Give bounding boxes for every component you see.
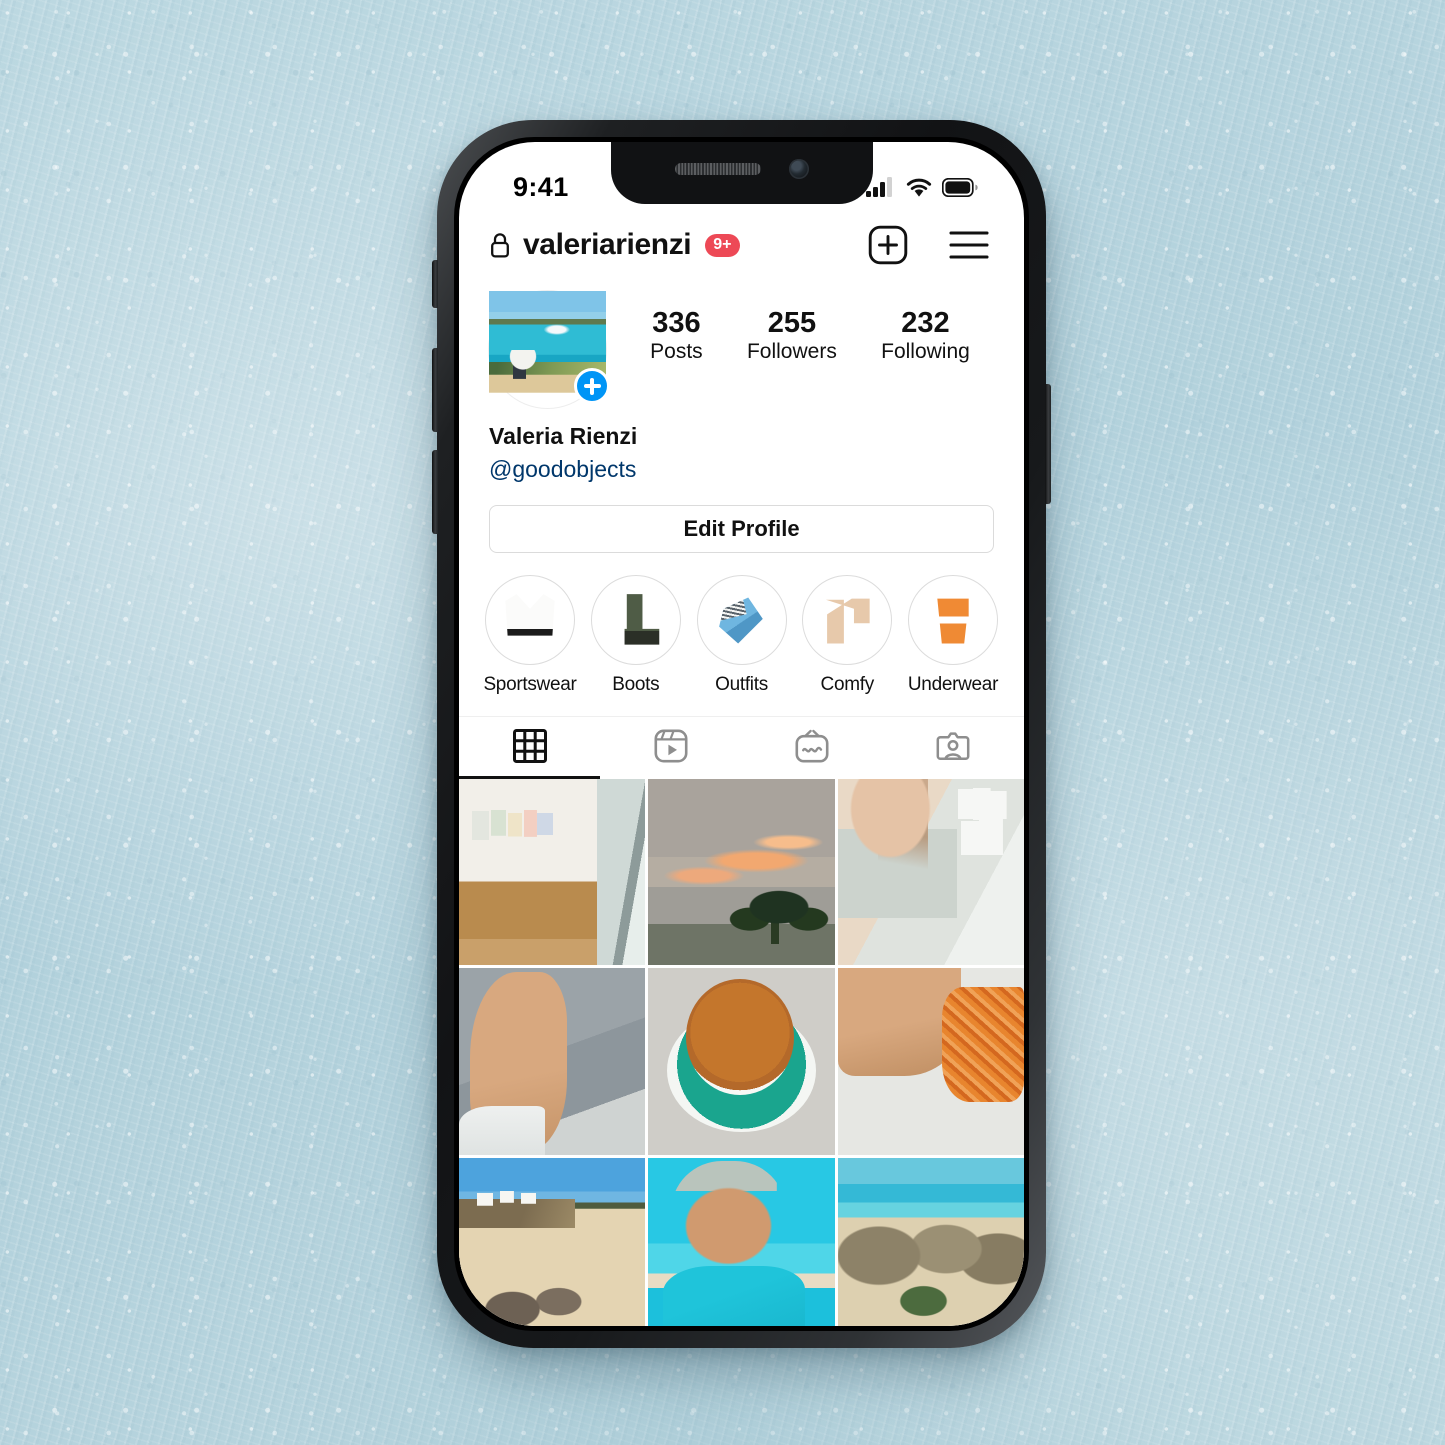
stat-posts-value: 336 (652, 307, 701, 339)
phone-screen: 9:41 valeriarienzi 9+ 336 Posts 255 Foll… (459, 142, 1024, 1326)
profile-summary: 336 Posts 255 Followers 232 Following (459, 277, 1024, 408)
grid-post[interactable] (648, 1157, 835, 1326)
profile-bio: Valeria Rienzi @goodobjects (459, 408, 1024, 485)
reels-icon (654, 729, 688, 763)
stat-following-label: Following (881, 340, 970, 364)
stat-followers[interactable]: 255 Followers (747, 307, 837, 366)
grid-post[interactable] (459, 778, 646, 966)
highlight-sportswear[interactable]: Sportswear (481, 574, 579, 696)
profile-handle[interactable]: @goodobjects (489, 454, 994, 485)
highlight-label: Sportswear (483, 673, 577, 695)
notification-badge: 9+ (705, 233, 740, 257)
profile-tabs (459, 715, 1024, 779)
grid-post[interactable] (459, 1157, 646, 1326)
story-highlights: Sportswear Boots Outfits Comfy Underwear (459, 553, 1024, 696)
profile-header: valeriarienzi 9+ (459, 216, 1024, 277)
grid-post[interactable] (648, 778, 835, 966)
battery-full-icon (942, 177, 978, 197)
add-story-plus-icon[interactable] (574, 368, 610, 404)
profile-username[interactable]: valeriarienzi (523, 228, 692, 262)
grid-post[interactable] (837, 778, 1024, 966)
igtv-icon (795, 729, 829, 763)
highlight-comfy[interactable]: Comfy (798, 574, 896, 696)
grid-icon (512, 729, 547, 764)
earpiece-speaker-icon (674, 163, 761, 175)
stat-following[interactable]: 232 Following (881, 307, 970, 366)
hamburger-menu-icon[interactable] (948, 228, 990, 262)
grid-post[interactable] (459, 968, 646, 1155)
highlight-label: Underwear (907, 673, 999, 695)
volume-up-button[interactable] (432, 348, 438, 432)
highlight-label: Comfy (820, 673, 875, 695)
highlight-outfits[interactable]: Outfits (693, 574, 791, 696)
tagged-person-icon (936, 729, 970, 763)
grid-post[interactable] (837, 1157, 1024, 1326)
highlight-underwear[interactable]: Underwear (904, 574, 1002, 696)
loungewear-icon (802, 574, 893, 665)
highlight-label: Outfits (715, 673, 768, 695)
grid-post[interactable] (837, 968, 1024, 1155)
tab-reels[interactable] (600, 717, 741, 779)
front-camera-icon (788, 159, 809, 179)
phone-device: 9:41 valeriarienzi 9+ 336 Posts 255 Foll… (432, 120, 1051, 1348)
plus-square-icon[interactable] (868, 225, 908, 265)
power-button[interactable] (1045, 384, 1051, 504)
stat-posts[interactable]: 336 Posts (650, 307, 703, 366)
post-grid (459, 778, 1024, 1326)
highlight-label: Boots (612, 673, 660, 695)
sports-bra-icon (485, 574, 575, 665)
edit-profile-button[interactable]: Edit Profile (489, 504, 994, 553)
wifi-icon (905, 177, 933, 198)
stat-followers-value: 255 (767, 307, 817, 339)
lingerie-set-icon (908, 574, 998, 665)
lock-icon (489, 232, 511, 259)
tab-grid[interactable] (459, 717, 601, 779)
grid-post[interactable] (648, 968, 835, 1155)
jeans-and-shirt-icon (696, 574, 787, 665)
stat-following-value: 232 (901, 307, 950, 339)
tab-tagged[interactable] (883, 717, 1024, 779)
status-time: 9:41 (513, 171, 569, 202)
device-notch (610, 142, 873, 204)
profile-full-name: Valeria Rienzi (489, 423, 638, 449)
rain-boot-icon (590, 574, 681, 665)
silent-switch-button[interactable] (432, 260, 438, 308)
tab-igtv[interactable] (742, 717, 883, 779)
profile-stats: 336 Posts 255 Followers 232 Following (606, 291, 992, 366)
volume-down-button[interactable] (432, 450, 438, 534)
stat-followers-label: Followers (746, 340, 837, 364)
stat-posts-label: Posts (650, 340, 703, 364)
highlight-boots[interactable]: Boots (587, 574, 685, 696)
